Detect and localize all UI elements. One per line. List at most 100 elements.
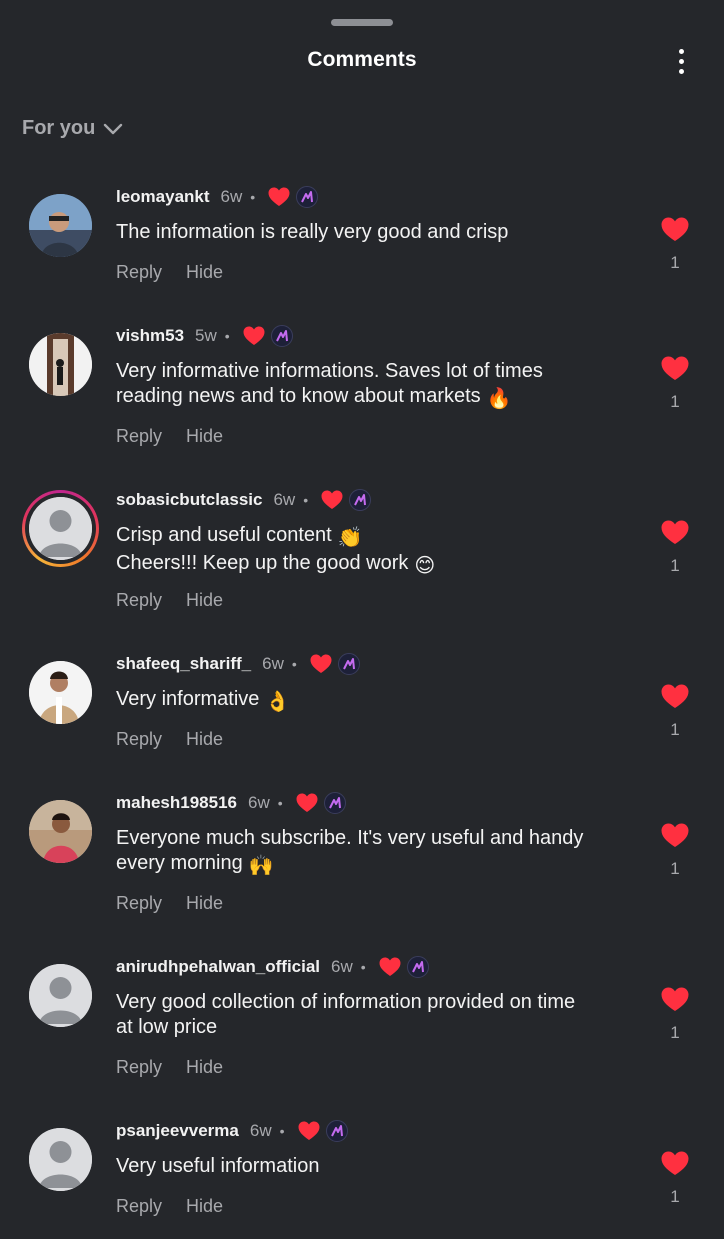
comment-actions: Reply Hide — [116, 1196, 223, 1217]
heart-icon[interactable] — [660, 683, 690, 710]
separator-dot: • — [291, 656, 297, 672]
timestamp: 6w — [220, 187, 243, 206]
comment-text: Very useful information — [116, 1154, 616, 1179]
comment-actions: Reply Hide — [116, 590, 223, 611]
reply-button[interactable]: Reply — [116, 590, 162, 611]
more-vertical-icon-dot — [678, 68, 684, 74]
comment-line: at low price — [116, 1016, 218, 1038]
sort-filter-label: For you — [22, 117, 96, 139]
hide-button[interactable]: Hide — [186, 426, 223, 447]
like-count: 1 — [670, 253, 680, 272]
page-title: Comments — [307, 48, 417, 71]
like-count: 1 — [670, 859, 680, 878]
like-count: 1 — [670, 1023, 680, 1042]
separator-dot: • — [277, 795, 283, 811]
chevron-down-icon — [104, 123, 123, 134]
comment-line-with-emoji: reading news and to know about markets 🔥 — [116, 384, 616, 412]
hide-button[interactable]: Hide — [186, 262, 223, 283]
like-column: 1 — [658, 683, 692, 740]
comment-line: The information is really very good and … — [116, 221, 509, 243]
username[interactable]: psanjeevverma — [116, 1121, 239, 1141]
creator-liked-heart-icon — [321, 490, 343, 509]
raising-hands-emoji: 🙌 — [248, 855, 274, 877]
creator-avatar-icon — [349, 489, 372, 511]
creator-liked-heart-icon — [268, 187, 290, 206]
avatar[interactable] — [29, 333, 92, 396]
like-column: 1 — [658, 355, 692, 412]
fire-emoji: 🔥 — [486, 388, 512, 410]
more-vertical-icon-dot — [678, 58, 684, 64]
timestamp: 6w — [247, 793, 270, 812]
reply-button[interactable]: Reply — [116, 729, 162, 750]
creator-liked-heart-icon — [310, 654, 332, 673]
reply-button[interactable]: Reply — [116, 893, 162, 914]
username[interactable]: mahesh198516 — [116, 793, 237, 813]
hide-button[interactable]: Hide — [186, 1196, 223, 1217]
like-count: 1 — [670, 1187, 680, 1206]
hide-button[interactable]: Hide — [186, 729, 223, 750]
comment-actions: Reply Hide — [116, 426, 223, 447]
username[interactable]: shafeeq_shariff_ — [116, 654, 251, 674]
creator-avatar-icon — [337, 653, 360, 675]
username[interactable]: sobasicbutclassic — [116, 490, 262, 510]
comment-line: Very informative 👌 — [116, 687, 616, 715]
creator-liked-heart-icon — [296, 793, 318, 812]
like-count: 1 — [670, 720, 680, 739]
creator-avatar-icon — [325, 1120, 348, 1142]
avatar[interactable] — [29, 964, 92, 1027]
reply-button[interactable]: Reply — [116, 262, 162, 283]
username[interactable]: anirudhpehalwan_official — [116, 957, 320, 977]
avatar[interactable] — [29, 497, 92, 560]
timestamp: 6w — [273, 490, 296, 509]
avatar[interactable] — [29, 661, 92, 724]
comment-line-text: Crisp and useful content — [116, 524, 332, 546]
hide-button[interactable]: Hide — [186, 590, 223, 611]
separator-dot: • — [250, 189, 256, 205]
comment-line-with-emoji: every morning 🙌 — [116, 851, 616, 879]
comment-line: reading news and to know about markets — [116, 385, 481, 407]
heart-icon[interactable] — [660, 822, 690, 849]
ok-hand-emoji: 👌 — [265, 691, 291, 713]
comment-text: Very informative informations. Saves lot… — [116, 359, 616, 412]
comment-meta: shafeeq_shariff_ 6w • — [116, 653, 360, 675]
timestamp: 5w — [195, 326, 217, 345]
heart-icon[interactable] — [660, 355, 690, 382]
heart-icon[interactable] — [660, 519, 690, 546]
sort-filter-dropdown[interactable]: For you — [22, 117, 123, 140]
creator-avatar-icon — [406, 956, 429, 978]
comment-meta: leomayankt 6w • — [116, 186, 319, 208]
like-column: 1 — [658, 822, 692, 879]
heart-icon[interactable] — [660, 1150, 690, 1177]
separator-dot: • — [303, 492, 309, 508]
heart-icon[interactable] — [660, 986, 690, 1013]
creator-avatar-icon — [323, 792, 346, 814]
separator-dot: • — [279, 1123, 285, 1139]
more-vertical-icon — [678, 48, 684, 54]
comment-meta: vishm53 5w • — [116, 325, 293, 347]
separator-dot: • — [360, 959, 366, 975]
avatar[interactable] — [29, 800, 92, 863]
avatar[interactable] — [29, 194, 92, 257]
hide-button[interactable]: Hide — [186, 1057, 223, 1078]
comment-meta: sobasicbutclassic 6w • — [116, 489, 372, 511]
comment-meta: psanjeevverma 6w • — [116, 1120, 348, 1142]
smiling-face-emoji: 😊 — [414, 555, 436, 577]
comment-line-text: Cheers!!! Keep up the good work — [116, 552, 409, 574]
separator-dot: • — [224, 328, 230, 344]
reply-button[interactable]: Reply — [116, 1196, 162, 1217]
heart-icon[interactable] — [660, 216, 690, 243]
more-options-button[interactable] — [664, 42, 698, 80]
username[interactable]: vishm53 — [116, 326, 184, 346]
timestamp: 6w — [262, 654, 284, 673]
avatar[interactable] — [29, 1128, 92, 1191]
hide-button[interactable]: Hide — [186, 893, 223, 914]
drag-handle[interactable] — [331, 19, 393, 26]
reply-button[interactable]: Reply — [116, 426, 162, 447]
creator-liked-heart-icon — [243, 326, 265, 345]
reply-button[interactable]: Reply — [116, 1057, 162, 1078]
creator-liked-heart-icon — [379, 957, 401, 976]
clapping-hands-emoji: 👏 — [337, 527, 363, 549]
comment-text: Very good collection of information prov… — [116, 990, 616, 1040]
comment-line: Cheers!!! Keep up the good work 😊 — [116, 551, 616, 579]
username[interactable]: leomayankt — [116, 187, 210, 207]
